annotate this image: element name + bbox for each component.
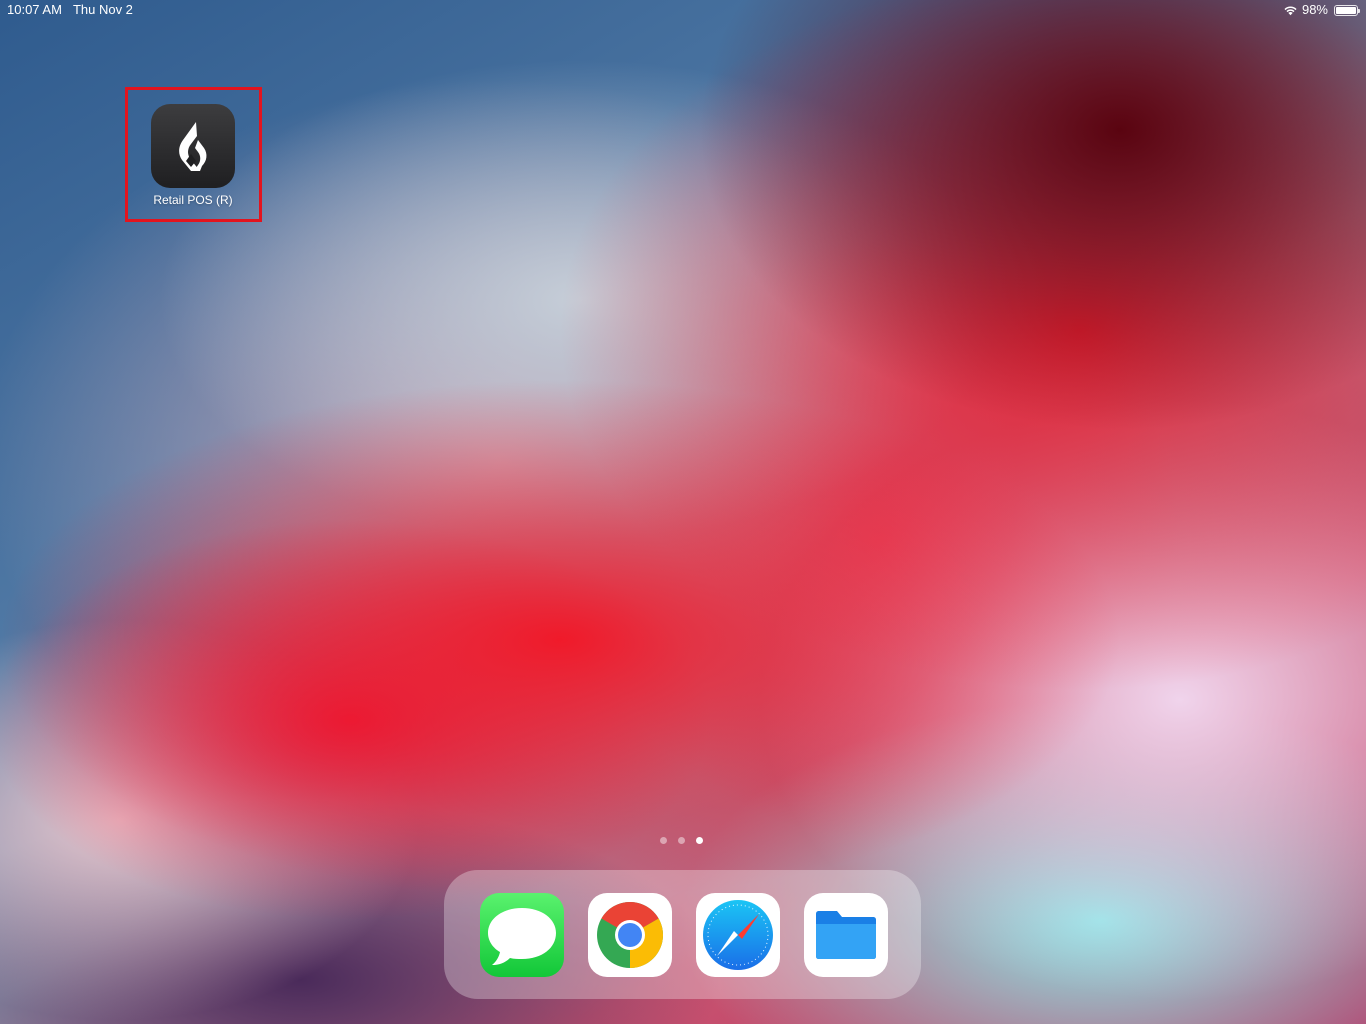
messages-icon[interactable] <box>480 892 564 977</box>
status-bar: 10:07 AM Thu Nov 2 98% <box>0 0 1366 20</box>
page-dot[interactable] <box>660 837 667 844</box>
page-dot[interactable] <box>678 837 685 844</box>
ipad-home-screen: 10:07 AM Thu Nov 2 98% Retail POS (R) <box>0 0 1366 1024</box>
safari-icon[interactable] <box>696 892 780 977</box>
wifi-icon <box>1284 5 1297 15</box>
status-right: 98% <box>1283 0 1360 20</box>
dock <box>444 870 921 999</box>
status-left: 10:07 AM Thu Nov 2 <box>7 0 144 20</box>
page-indicator[interactable] <box>660 837 703 844</box>
battery-icon <box>1334 4 1360 16</box>
lightspeed-flame-icon[interactable] <box>151 104 235 188</box>
status-time: 10:07 AM <box>7 2 62 17</box>
status-date: Thu Nov 2 <box>72 2 133 17</box>
page-dot[interactable] <box>696 837 703 844</box>
app-label: Retail POS (R) <box>153 193 233 207</box>
app-retail-pos[interactable]: Retail POS (R) <box>151 104 235 207</box>
battery-percentage: 98% <box>1301 2 1328 17</box>
chrome-icon[interactable] <box>588 892 672 977</box>
battery-level-fill <box>1336 6 1356 14</box>
files-icon[interactable] <box>804 892 888 977</box>
